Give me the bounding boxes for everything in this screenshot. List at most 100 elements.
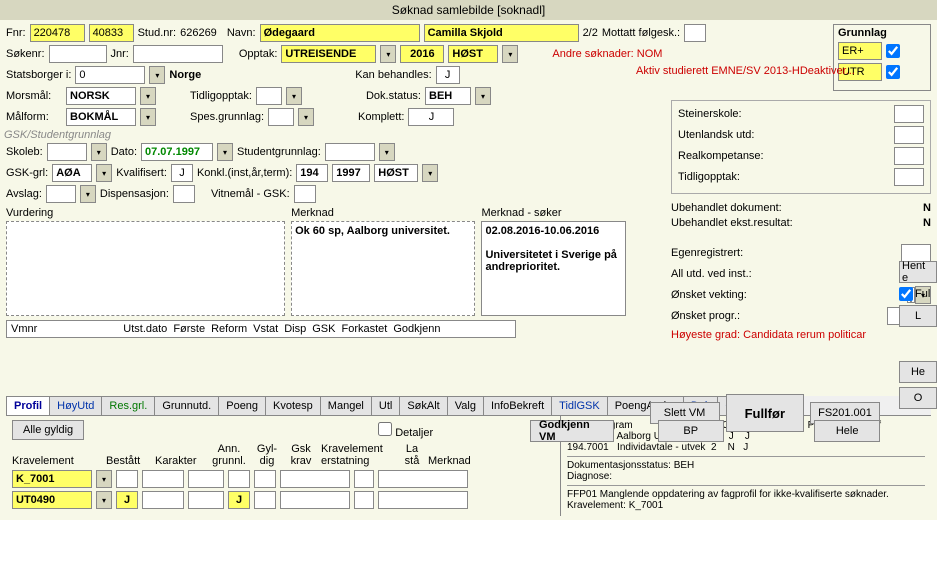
aktiv-studierett[interactable]: Aktiv studierett EMNE/SV 2013-HDeaktiver…: [636, 65, 855, 77]
konkl-label: Konkl.(inst,år,term):: [197, 167, 292, 179]
kval-field[interactable]: J: [171, 164, 193, 182]
konkl-term-dropdown[interactable]: ▾: [422, 164, 438, 182]
dokstatus-dropdown[interactable]: ▾: [475, 87, 491, 105]
gskgrl-field[interactable]: AØA: [52, 164, 92, 182]
vurdering-textarea[interactable]: [6, 221, 285, 316]
merknad-soker-textarea[interactable]: 02.08.2016-10.06.2016Universitetet i Sve…: [481, 221, 626, 316]
hele-button[interactable]: Hele: [814, 420, 880, 442]
vitnemal-label: Vitnemål - GSK:: [211, 188, 290, 200]
spesgrunnlag-field[interactable]: [268, 108, 294, 126]
hent-button[interactable]: Hent e: [899, 261, 937, 283]
tab-kvotesp[interactable]: Kvotesp: [265, 396, 321, 415]
row2-ann[interactable]: [188, 491, 224, 509]
realkomp-field[interactable]: [894, 147, 924, 165]
godkjenn-vm-button[interactable]: Godkjenn VM: [530, 420, 614, 442]
row1-merknad[interactable]: [378, 470, 468, 488]
avslag-field[interactable]: [46, 185, 76, 203]
row1-la[interactable]: [354, 470, 374, 488]
termin-dropdown[interactable]: ▾: [502, 45, 518, 63]
mottatt-field[interactable]: [684, 24, 706, 42]
merknad-textarea[interactable]: Ok 60 sp, Aalborg universitet.: [291, 221, 475, 316]
skoleb-dropdown[interactable]: ▾: [91, 143, 107, 161]
tab-utl[interactable]: Utl: [371, 396, 400, 415]
tab-sokalt[interactable]: SøkAlt: [399, 396, 447, 415]
jnr-field[interactable]: [133, 45, 223, 63]
disp-field[interactable]: [173, 185, 195, 203]
statsborger-dropdown[interactable]: ▾: [149, 66, 165, 84]
row1-dd[interactable]: ▾: [96, 470, 112, 488]
row1-kode[interactable]: K_7001: [12, 470, 92, 488]
row1-erst[interactable]: [280, 470, 350, 488]
tab-grunnutd[interactable]: Grunnutd.: [154, 396, 219, 415]
vitnemal-field[interactable]: [294, 185, 316, 203]
row2-la[interactable]: [354, 491, 374, 509]
fnr1-field[interactable]: 220478: [30, 24, 85, 42]
row2-gyl[interactable]: J: [228, 491, 250, 509]
tidligopp-field[interactable]: [894, 168, 924, 186]
fnr-label: Fnr:: [6, 27, 26, 39]
andre-soknader: Andre søknader: NOM: [552, 48, 662, 60]
dato-field[interactable]: 07.07.1997: [141, 143, 213, 161]
ful-check[interactable]: [899, 287, 913, 301]
row1-gyl[interactable]: [228, 470, 250, 488]
avslag-dropdown[interactable]: ▾: [80, 185, 96, 203]
spesgrunnlag-dropdown[interactable]: ▾: [298, 108, 314, 126]
row2-merknad[interactable]: [378, 491, 468, 509]
steiner-field[interactable]: [894, 105, 924, 123]
studentgrunnlag-dropdown[interactable]: ▾: [379, 143, 395, 161]
konkl-inst[interactable]: 194: [296, 164, 328, 182]
row2-karakter[interactable]: [142, 491, 184, 509]
tab-poeng[interactable]: Poeng: [218, 396, 266, 415]
gskgrl-dropdown[interactable]: ▾: [96, 164, 112, 182]
row2-gsk[interactable]: [254, 491, 276, 509]
tab-hoyutd[interactable]: HøyUtd: [49, 396, 102, 415]
termin-field[interactable]: HØST: [448, 45, 498, 63]
komplett-field[interactable]: J: [408, 108, 454, 126]
malform-field[interactable]: BOKMÅL: [66, 108, 136, 126]
row2-kode[interactable]: UT0490: [12, 491, 92, 509]
tab-mangel[interactable]: Mangel: [320, 396, 372, 415]
tab-valg[interactable]: Valg: [447, 396, 484, 415]
fornavn-field[interactable]: Camilla Skjold: [424, 24, 579, 42]
studentgrunnlag-field[interactable]: [325, 143, 375, 161]
o-button[interactable]: O: [899, 387, 937, 409]
row2-bestatt[interactable]: J: [116, 491, 138, 509]
row2-erst[interactable]: [280, 491, 350, 509]
hdr-kravelement: Kravelement: [12, 455, 102, 467]
opptak-field[interactable]: UTREISENDE: [281, 45, 376, 63]
dokstatus-field[interactable]: BEH: [425, 87, 471, 105]
morsmal-field[interactable]: NORSK: [66, 87, 136, 105]
row1-karakter[interactable]: [142, 470, 184, 488]
bp-button[interactable]: BP: [658, 420, 724, 442]
row1-gsk[interactable]: [254, 470, 276, 488]
tab-profil[interactable]: Profil: [6, 396, 50, 415]
row1-bestatt[interactable]: [116, 470, 138, 488]
ubehres-value: N: [923, 217, 931, 229]
fnr2-field[interactable]: 40833: [89, 24, 134, 42]
sokenr-field[interactable]: [49, 45, 107, 63]
tidligopptak-field[interactable]: [256, 87, 282, 105]
row1-ann[interactable]: [188, 470, 224, 488]
morsmal-dropdown[interactable]: ▾: [140, 87, 156, 105]
tidligopptak-dropdown[interactable]: ▾: [286, 87, 302, 105]
grunnlag-er-check[interactable]: [886, 44, 900, 58]
he-button[interactable]: He: [899, 361, 937, 383]
etternavn-field[interactable]: Ødegaard: [260, 24, 420, 42]
dato-dropdown[interactable]: ▾: [217, 143, 233, 161]
konkl-term[interactable]: HØST: [374, 164, 418, 182]
malform-dropdown[interactable]: ▾: [140, 108, 156, 126]
grunnlag-utr-check[interactable]: [886, 65, 900, 79]
detaljer-check[interactable]: [378, 422, 392, 436]
skoleb-field[interactable]: [47, 143, 87, 161]
alle-gyldig-button[interactable]: Alle gyldig: [12, 420, 84, 440]
l-button[interactable]: L: [899, 305, 937, 327]
statsborger-field[interactable]: 0: [75, 66, 145, 84]
grunnlag-er[interactable]: ER+: [838, 42, 882, 60]
opptak-dropdown[interactable]: ▾: [380, 45, 396, 63]
utl-field[interactable]: [894, 126, 924, 144]
row2-dd[interactable]: ▾: [96, 491, 112, 509]
konkl-aar[interactable]: 1997: [332, 164, 370, 182]
aar-field[interactable]: 2016: [400, 45, 444, 63]
tab-resgrl[interactable]: Res.grl.: [101, 396, 155, 415]
kanbeh-field[interactable]: J: [436, 66, 460, 84]
